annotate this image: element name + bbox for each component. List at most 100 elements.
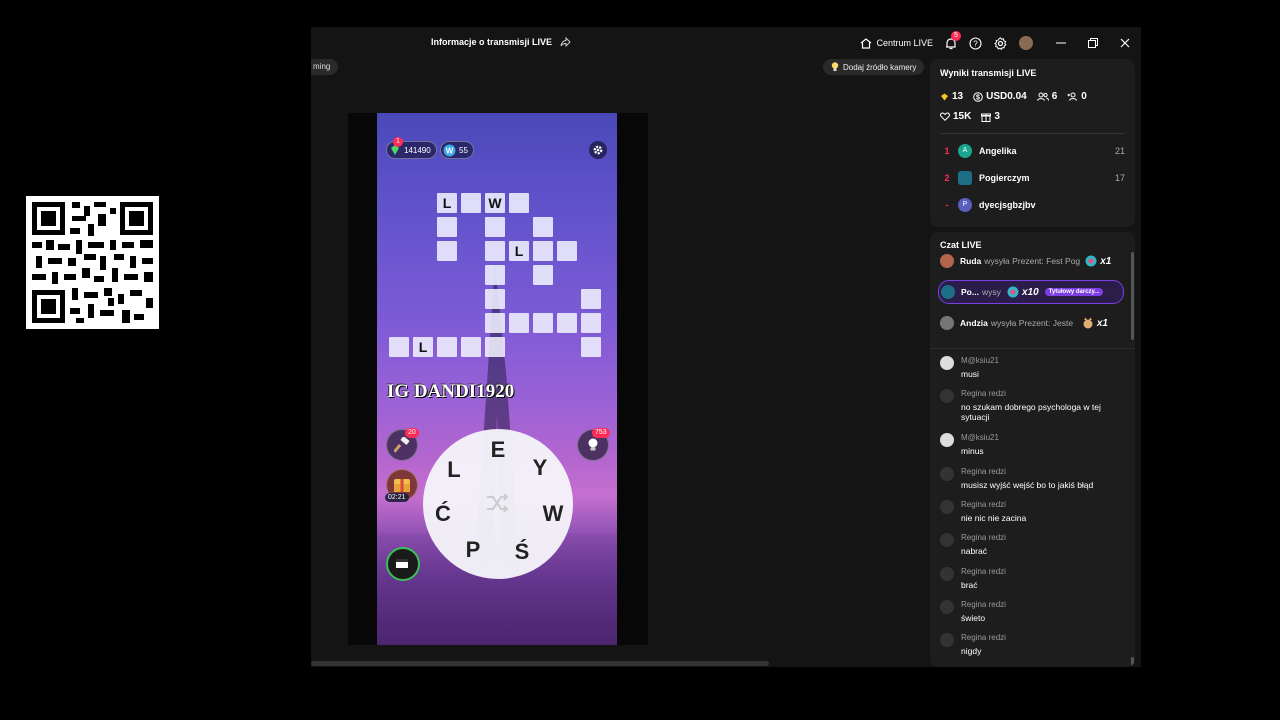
- ranking-score: 21: [1114, 145, 1125, 156]
- gear-icon: [994, 36, 1007, 50]
- avatar: [940, 600, 954, 614]
- ranking-list: 1 A Angelika 21 2 Pogierczym 17 - P dyec…: [936, 137, 1125, 218]
- grid-cell: [509, 313, 529, 333]
- rank-number: 2: [944, 172, 950, 183]
- help-button[interactable]: ?: [969, 36, 982, 50]
- wheel-letter[interactable]: Ć: [428, 501, 458, 527]
- ranking-row[interactable]: 2 Pogierczym 17: [936, 164, 1125, 191]
- centrum-live-button[interactable]: Centrum LIVE: [860, 37, 933, 49]
- restore-button[interactable]: [1077, 27, 1109, 59]
- gift-item[interactable]: Andzia wysyła Prezent: Jeste x1: [938, 312, 1124, 334]
- game-settings-button[interactable]: [589, 141, 607, 159]
- diamonds-stat: 13: [940, 91, 963, 102]
- profile-avatar-button[interactable]: [1019, 36, 1033, 50]
- gifts-stat: 3: [981, 111, 1000, 122]
- divider: [940, 133, 1125, 134]
- coins-value: 141490: [404, 145, 431, 155]
- chat-scrollbar[interactable]: [1131, 657, 1134, 667]
- ranking-row[interactable]: 1 A Angelika 21: [936, 137, 1125, 164]
- gift-feed: Ruda wysyła Prezent: Fest Pog x1 Po... w…: [938, 250, 1124, 334]
- svg-text:?: ?: [973, 39, 978, 48]
- wheel-letter[interactable]: E: [483, 437, 513, 463]
- gift-user: Ruda: [960, 256, 982, 266]
- wheel-letter[interactable]: P: [458, 537, 488, 563]
- title-bar-actions: Centrum LIVE 5 ?: [860, 27, 1141, 59]
- calendar-icon: [388, 549, 416, 577]
- wheel-letter[interactable]: W: [538, 501, 568, 527]
- chat-user: Regina redzi: [961, 567, 1006, 576]
- wheel-letter[interactable]: L: [439, 457, 469, 483]
- live-results-panel: Wyniki transmisji LIVE 13 $ USD0.04 6 0: [930, 59, 1135, 227]
- share-icon[interactable]: [560, 37, 571, 47]
- minimize-icon: [1056, 38, 1066, 48]
- chat-title: Czat LIVE: [940, 240, 982, 250]
- avatar: [940, 389, 954, 403]
- heart-icon: [940, 112, 950, 121]
- likes-value: 15K: [953, 111, 972, 122]
- gift-item[interactable]: Ruda wysyła Prezent: Fest Pog x1: [938, 250, 1124, 272]
- grid-cell: L: [437, 193, 457, 213]
- results-stats-row-2: 15K 3: [940, 111, 1000, 122]
- help-icon: ?: [969, 36, 982, 50]
- divider: [930, 348, 1135, 349]
- words-pill[interactable]: W 55: [440, 141, 474, 159]
- hint-count: 753: [592, 428, 610, 438]
- ranking-row[interactable]: - P dyecjsgbzjbv: [936, 191, 1125, 218]
- daily-button[interactable]: [386, 547, 420, 581]
- chat-text: musi: [961, 369, 979, 379]
- grid-cell: [533, 217, 553, 237]
- avatar: P: [958, 197, 972, 212]
- chat-text: minus: [961, 446, 984, 456]
- chat-user: Regina redzi: [961, 533, 1006, 542]
- avatar: A: [958, 143, 972, 158]
- stream-info-title[interactable]: Informacje o transmisji LIVE: [431, 37, 571, 47]
- wheel-letter[interactable]: Ś: [507, 539, 537, 565]
- grid-cell: [485, 265, 505, 285]
- chest-timer: 02:21: [385, 493, 409, 502]
- minimize-button[interactable]: [1045, 27, 1077, 59]
- preview-horizontal-scrollbar[interactable]: [311, 661, 769, 666]
- gift-icon: [1007, 286, 1019, 298]
- settings-button[interactable]: [994, 36, 1007, 50]
- notifications-button[interactable]: 5: [945, 30, 961, 50]
- chat-text: nigdy: [961, 646, 982, 656]
- avatar: [940, 633, 954, 647]
- grid-cell: [485, 337, 505, 357]
- grid-cell: [533, 265, 553, 285]
- grid-cell: [533, 313, 553, 333]
- results-title: Wyniki transmisji LIVE: [940, 68, 1037, 78]
- gift-item-highlighted[interactable]: Po... wysy x10 Tytułowy darczy...: [938, 280, 1124, 304]
- wheel-letter[interactable]: Y: [525, 455, 555, 481]
- top-gifter-tag: Tytułowy darczy...: [1044, 288, 1104, 296]
- shuffle-icon[interactable]: [486, 492, 510, 514]
- restore-icon: [1088, 38, 1098, 48]
- words-value: 55: [459, 145, 468, 155]
- rank-number: -: [945, 199, 949, 210]
- followers-stat: 0: [1067, 91, 1087, 102]
- gift-count: x1: [1100, 255, 1112, 267]
- avatar: [940, 356, 954, 370]
- gifts-value: 3: [994, 111, 1000, 122]
- streaming-chip[interactable]: ming: [311, 59, 339, 75]
- chat-user: Regina redzi: [961, 389, 1006, 398]
- earnings-stat: $ USD0.04: [973, 91, 1027, 102]
- avatar: [940, 254, 954, 268]
- dollar-icon: $: [973, 91, 983, 102]
- grid-cell: [437, 217, 457, 237]
- grid-cell: L: [413, 337, 433, 357]
- viewers-value: 6: [1051, 91, 1058, 102]
- gift-feed-scrollbar[interactable]: [1131, 252, 1134, 340]
- results-stats-row-1: 13 $ USD0.04 6 0: [940, 91, 1087, 102]
- chat-user: M@ksiu21: [961, 433, 999, 442]
- chat-text: nabrać: [961, 546, 987, 556]
- ranking-score: 17: [1114, 172, 1125, 183]
- add-camera-button[interactable]: Dodaj źródło kamery: [823, 59, 925, 75]
- grid-cell: [581, 313, 601, 333]
- chat-user: Regina redzi: [961, 500, 1006, 509]
- letter-wheel[interactable]: E Y W Ś P Ć L: [423, 429, 573, 579]
- avatar: [940, 467, 954, 481]
- chat-text: nie nic nie zacina: [961, 513, 1027, 523]
- avatar: [940, 316, 954, 330]
- close-button[interactable]: [1109, 27, 1141, 59]
- grid-cell: [581, 289, 601, 309]
